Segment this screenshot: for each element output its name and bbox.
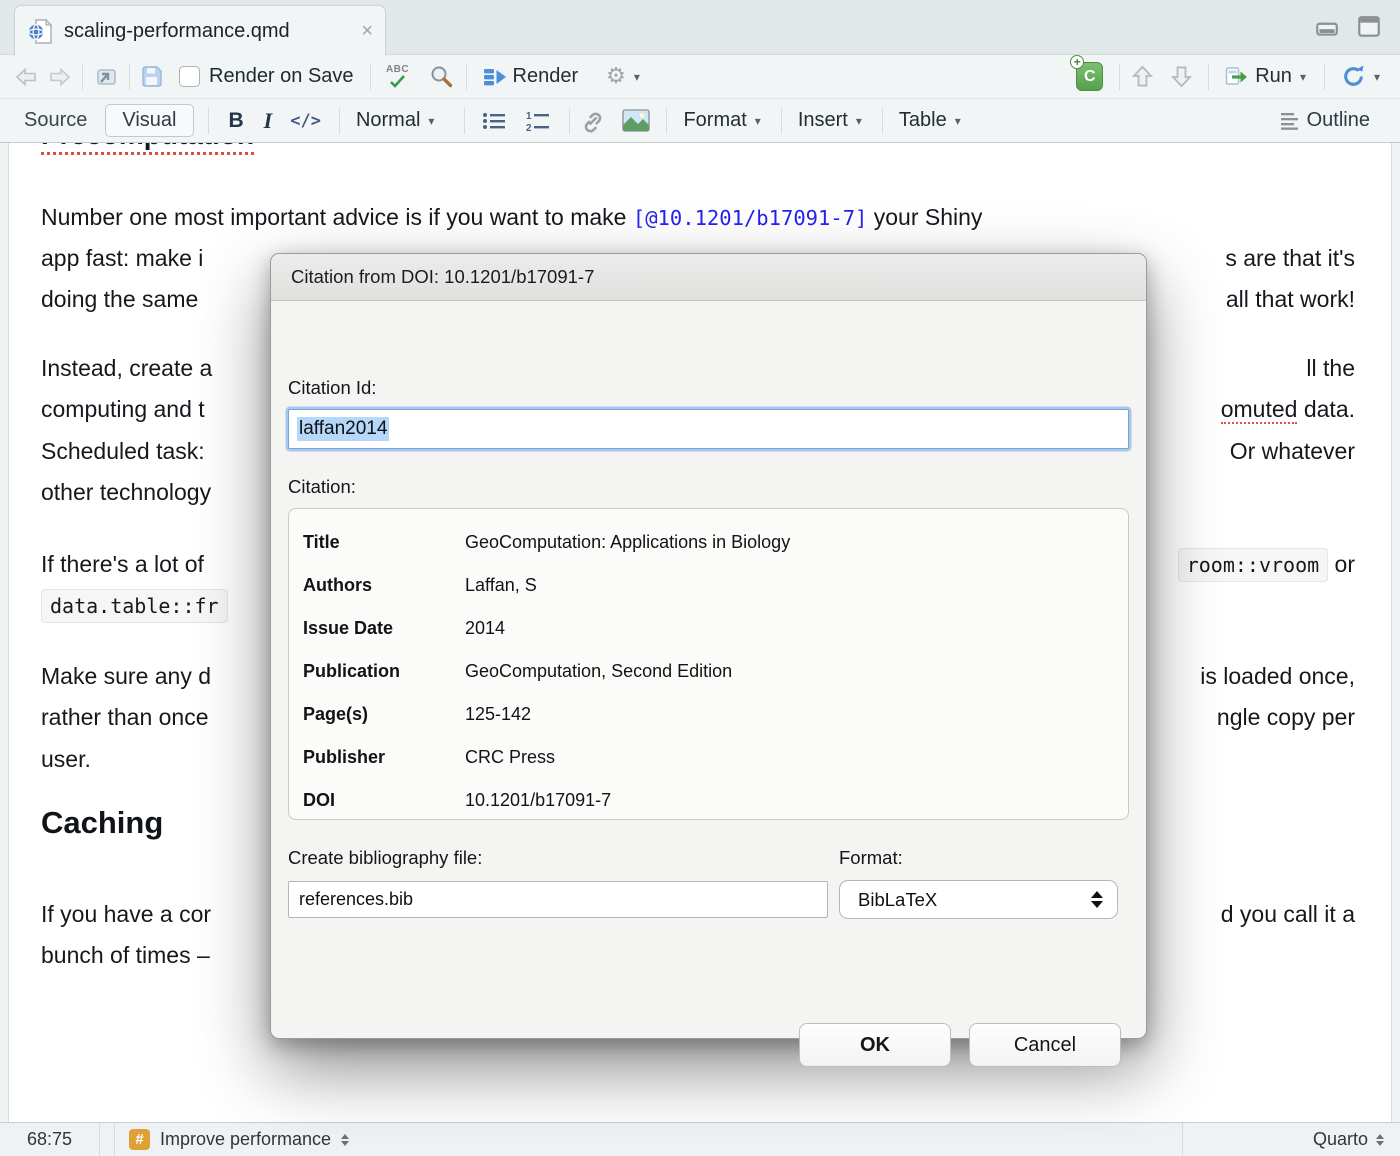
status-bar: 68:75 # Improve performance Quarto bbox=[0, 1122, 1400, 1156]
quarto-file-icon bbox=[27, 18, 54, 45]
chevron-down-icon: ▾ bbox=[428, 114, 434, 128]
gear-icon: ⚙ bbox=[606, 64, 626, 89]
chevron-down-icon: ▾ bbox=[634, 70, 640, 84]
source-mode-button[interactable]: Source bbox=[14, 109, 97, 132]
updown-icon bbox=[341, 1134, 349, 1146]
document-tab[interactable]: scaling-performance.qmd × bbox=[14, 5, 386, 56]
chevron-down-icon: ▾ bbox=[856, 114, 862, 128]
render-on-save-checkbox[interactable] bbox=[179, 66, 200, 87]
bibliography-file-input[interactable] bbox=[288, 881, 828, 918]
format-select-value: BibLaTeX bbox=[858, 889, 937, 911]
dialog-title: Citation from DOI: 10.1201/b17091-7 bbox=[291, 266, 594, 288]
citation-id-label: Citation Id: bbox=[288, 377, 376, 399]
citation-details-panel: TitleGeoComputation: Applications in Bio… bbox=[288, 508, 1129, 820]
back-icon[interactable] bbox=[14, 66, 38, 88]
language-mode-label: Quarto bbox=[1313, 1129, 1368, 1150]
citation-field-row: TitleGeoComputation: Applications in Bio… bbox=[303, 521, 1128, 564]
bibliography-file-label: Create bibliography file: bbox=[288, 847, 482, 869]
chevron-down-icon: ▾ bbox=[755, 114, 761, 128]
dialog-titlebar[interactable]: Citation from DOI: 10.1201/b17091-7 bbox=[271, 254, 1146, 301]
save-icon[interactable] bbox=[140, 65, 163, 88]
section-navigator[interactable]: # Improve performance bbox=[114, 1123, 363, 1156]
outline-toggle[interactable]: Outline bbox=[1280, 109, 1370, 132]
citation-field-row: AuthorsLaffan, S bbox=[303, 564, 1128, 607]
table-menu[interactable]: Table▾ bbox=[893, 106, 967, 135]
svg-text:2: 2 bbox=[526, 123, 532, 132]
inline-code: room::vroom bbox=[1178, 548, 1328, 582]
chevron-down-icon: ▾ bbox=[1300, 70, 1306, 84]
forward-icon[interactable] bbox=[48, 66, 72, 88]
render-on-save-label: Render on Save bbox=[209, 65, 354, 88]
chevron-down-icon: ▾ bbox=[1374, 70, 1380, 84]
run-button[interactable]: Run ▾ bbox=[1219, 62, 1312, 92]
format-toolbar: Source Visual B I </> Normal ▾ 1 2 bbox=[0, 99, 1400, 143]
go-to-previous-icon[interactable] bbox=[1130, 64, 1155, 89]
bold-button[interactable]: B bbox=[219, 109, 254, 133]
spellcheck-icon[interactable]: ABC bbox=[381, 65, 415, 88]
minimize-icon[interactable] bbox=[1314, 14, 1340, 40]
rstudio-source-window: scaling-performance.qmd × bbox=[0, 0, 1400, 1156]
link-icon[interactable] bbox=[580, 108, 606, 134]
citation-field-row: PublisherCRC Press bbox=[303, 736, 1128, 779]
maximize-icon[interactable] bbox=[1356, 14, 1382, 40]
tab-strip: scaling-performance.qmd × bbox=[0, 0, 1400, 55]
italic-button[interactable]: I bbox=[254, 108, 283, 134]
citation-from-doi-dialog: Citation from DOI: 10.1201/b17091-7 Cita… bbox=[270, 253, 1147, 1039]
code-button[interactable]: </> bbox=[282, 111, 329, 131]
outline-label: Outline bbox=[1307, 109, 1370, 132]
ok-button[interactable]: OK bbox=[799, 1023, 951, 1067]
citation-token[interactable]: [@10.1201/b17091-7] bbox=[633, 206, 868, 230]
bullet-list-icon[interactable] bbox=[481, 110, 507, 132]
format-select[interactable]: BibLaTeX bbox=[839, 880, 1118, 919]
paragraph-style-dropdown[interactable]: Normal ▾ bbox=[350, 106, 440, 135]
open-in-new-window-icon[interactable] bbox=[93, 65, 119, 89]
render-icon bbox=[483, 66, 507, 88]
tab-close-icon[interactable]: × bbox=[361, 20, 373, 43]
insert-chunk-button[interactable]: C + bbox=[1076, 62, 1103, 91]
search-icon[interactable] bbox=[429, 64, 454, 89]
selected-text: laffan2014 bbox=[297, 417, 389, 441]
rerun-button[interactable]: ▾ bbox=[1335, 61, 1386, 92]
format-menu[interactable]: Format▾ bbox=[677, 106, 766, 135]
run-label: Run bbox=[1255, 65, 1292, 88]
inline-code: data.table::fr bbox=[41, 589, 228, 623]
citation-id-input[interactable]: laffan2014 bbox=[288, 409, 1129, 449]
numbered-list-icon[interactable]: 1 2 bbox=[525, 110, 551, 132]
image-icon[interactable] bbox=[622, 109, 650, 132]
chevron-down-icon: ▾ bbox=[955, 114, 961, 128]
cursor-position[interactable]: 68:75 bbox=[0, 1123, 100, 1156]
cancel-button[interactable]: Cancel bbox=[969, 1023, 1121, 1067]
section-heading-precomputation: Precomputation bbox=[41, 143, 254, 154]
format-label: Format: bbox=[839, 847, 903, 869]
citation-label: Citation: bbox=[288, 476, 356, 498]
citation-field-row: Issue Date2014 bbox=[303, 607, 1128, 650]
citation-field-row: PublicationGeoComputation, Second Editio… bbox=[303, 650, 1128, 693]
run-icon bbox=[1225, 65, 1249, 89]
heading-hash-icon: # bbox=[129, 1129, 150, 1150]
citation-field-row: DOI10.1201/b17091-7 bbox=[303, 779, 1128, 822]
section-navigator-label: Improve performance bbox=[160, 1129, 331, 1150]
insert-menu[interactable]: Insert▾ bbox=[792, 106, 868, 135]
render-button[interactable]: Render bbox=[477, 62, 585, 91]
rerun-icon bbox=[1341, 64, 1366, 89]
svg-text:1: 1 bbox=[526, 111, 532, 122]
updown-icon bbox=[1376, 1134, 1384, 1146]
visual-mode-button[interactable]: Visual bbox=[105, 104, 193, 137]
citation-field-row: Page(s)125-142 bbox=[303, 693, 1128, 736]
paragraph-line: Number one most important advice is if y… bbox=[9, 197, 1391, 238]
render-options-gear[interactable]: ⚙ ▾ bbox=[600, 61, 646, 92]
tab-title: scaling-performance.qmd bbox=[64, 20, 353, 43]
language-mode-selector[interactable]: Quarto bbox=[1182, 1123, 1400, 1156]
outline-icon bbox=[1280, 112, 1300, 130]
section-heading-caching: Caching bbox=[41, 805, 163, 841]
go-to-next-icon[interactable] bbox=[1169, 64, 1194, 89]
select-updown-icon bbox=[1091, 891, 1103, 908]
render-label: Render bbox=[513, 65, 579, 88]
main-toolbar: Render on Save ABC Render ⚙ ▾ bbox=[0, 55, 1400, 99]
